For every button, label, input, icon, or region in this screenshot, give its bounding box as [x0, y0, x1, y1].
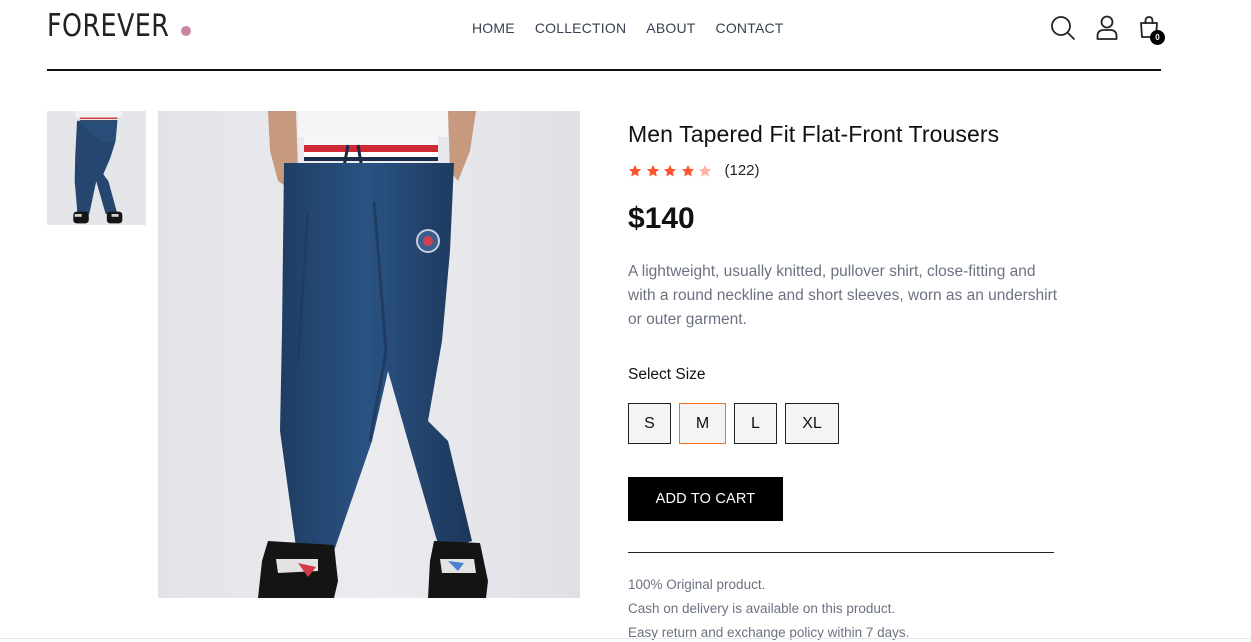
- product-price: $140: [628, 202, 695, 235]
- header-divider: [47, 69, 1161, 71]
- product-main-image: [158, 111, 580, 598]
- user-icon[interactable]: [1095, 15, 1119, 41]
- nav-home-link[interactable]: HOME: [472, 20, 515, 36]
- policy-cod: Cash on delivery is available on this pr…: [628, 601, 896, 616]
- size-option-s[interactable]: S: [628, 403, 671, 444]
- brand-name: FOREVER: [47, 8, 170, 44]
- star-filled-icon: [628, 164, 642, 176]
- product-title: Men Tapered Fit Flat-Front Trousers: [628, 121, 1000, 147]
- star-empty-icon: [698, 164, 712, 176]
- shopping-bag-icon[interactable]: 0: [1138, 15, 1166, 45]
- policy-original: 100% Original product.: [628, 577, 766, 592]
- size-options: S M L XL: [628, 403, 839, 444]
- size-option-xl[interactable]: XL: [785, 403, 839, 444]
- cart-count-badge: 0: [1150, 30, 1165, 45]
- info-divider: [628, 552, 1054, 553]
- nav-collection-link[interactable]: COLLECTION: [535, 20, 626, 36]
- star-filled-icon: [646, 164, 659, 176]
- nav-contact-link[interactable]: CONTACT: [716, 20, 784, 36]
- size-option-m[interactable]: M: [679, 403, 726, 444]
- brand-logo-dot: [181, 26, 191, 36]
- product-description: A lightweight, usually knitted, pullover…: [628, 263, 1058, 328]
- main-nav: HOME COLLECTION ABOUT CONTACT: [472, 20, 784, 36]
- page-bottom-edge: [0, 638, 1251, 639]
- size-option-l[interactable]: L: [734, 403, 777, 444]
- star-filled-icon: [663, 164, 677, 176]
- add-to-cart-button[interactable]: ADD TO CART: [628, 477, 783, 521]
- brand-logo[interactable]: FOREVER: [47, 8, 196, 44]
- rating-stars: [628, 164, 716, 178]
- product-rating: (122): [628, 162, 760, 179]
- search-icon[interactable]: [1050, 15, 1076, 41]
- product-policies: 100% Original product. Cash on delivery …: [628, 573, 909, 642]
- rating-count: (122): [724, 162, 760, 179]
- select-size-label: Select Size: [628, 366, 706, 383]
- product-thumbnail[interactable]: [47, 111, 146, 225]
- star-filled-icon: [681, 164, 694, 176]
- nav-about-link[interactable]: ABOUT: [646, 20, 695, 36]
